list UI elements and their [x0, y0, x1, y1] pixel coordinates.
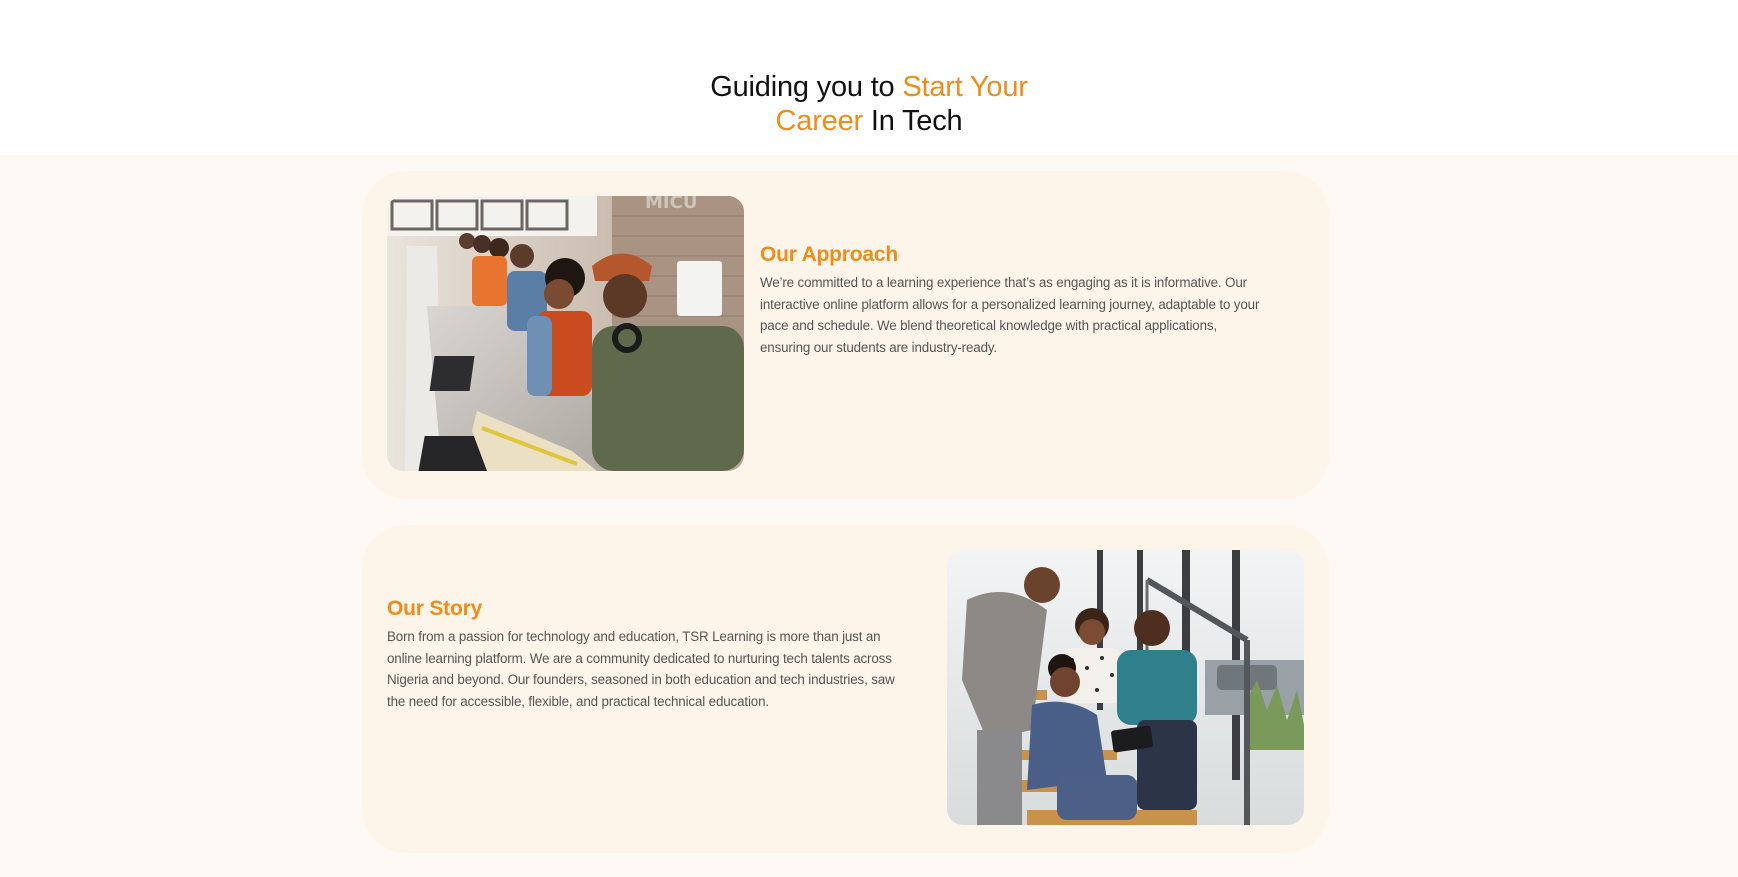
approach-photo: MICU: [387, 196, 744, 471]
story-body: Born from a passion for technology and e…: [387, 629, 895, 709]
story-card: Our Story Born from a passion for techno…: [362, 525, 1329, 853]
hero-title: Guiding you to Start Your Career In Tech: [0, 70, 1738, 138]
approach-heading: Our Approach: [760, 243, 898, 266]
hero-title-part2: In Tech: [863, 105, 963, 137]
approach-body: We’re committed to a learning experience…: [760, 275, 1260, 355]
students-at-computers-image: MICU: [387, 196, 744, 471]
story-text: Our Story Born from a passion for techno…: [387, 595, 897, 712]
page: Guiding you to Start Your Career In Tech: [0, 0, 1738, 877]
story-heading: Our Story: [387, 597, 483, 620]
hero-title-part1: Guiding you to: [710, 71, 903, 103]
team-on-stairs-image: [947, 550, 1304, 825]
hero-section: Guiding you to Start Your Career In Tech: [0, 0, 1738, 155]
story-photo: [947, 550, 1304, 825]
approach-card: MICU Our Approach We’re committed to a l…: [362, 171, 1329, 499]
svg-text:MICU: MICU: [645, 196, 697, 213]
hero-title-accent-career: Career: [775, 105, 864, 137]
hero-title-accent-start: Start Your: [902, 71, 1028, 103]
approach-text: Our Approach We’re committed to a learni…: [760, 241, 1270, 358]
